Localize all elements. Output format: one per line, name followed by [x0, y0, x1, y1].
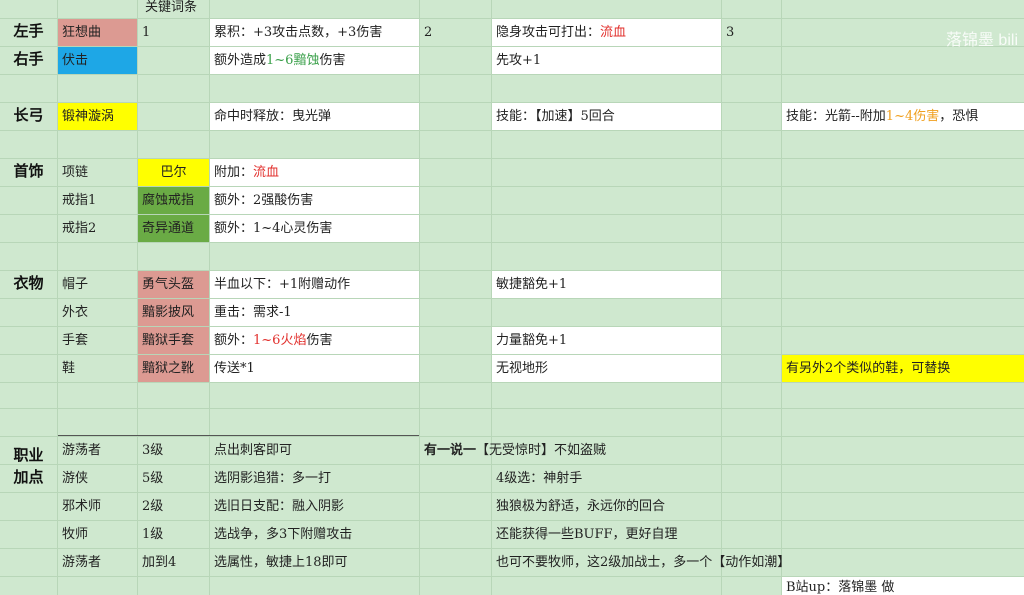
class-note[interactable]: 有一说一【无受惊时】不如盗贼: [420, 437, 800, 464]
class-choice[interactable]: 点出刺客即可: [210, 437, 419, 464]
spreadsheet: 关键词条 落锦墨 bili 左手 狂想曲 1 累积：+3攻击点数，+3伤害 2 …: [0, 0, 1024, 595]
gloves-slot[interactable]: 手套: [58, 327, 137, 354]
ring1-slot[interactable]: 戒指1: [58, 187, 137, 214]
class-choice[interactable]: 选阴影追猎：多一打: [210, 465, 419, 492]
effect-text: 技能：光箭--附加: [786, 109, 886, 124]
class-name[interactable]: 邪术师: [58, 493, 137, 520]
cloak-slot[interactable]: 外衣: [58, 299, 137, 326]
boots-slot[interactable]: 鞋: [58, 355, 137, 382]
left-hand-number-3[interactable]: 3: [722, 19, 781, 46]
effect-text: 额外：: [214, 333, 254, 348]
ring2-slot[interactable]: 戒指2: [58, 215, 137, 242]
boots-item[interactable]: 黯狱之靴: [138, 355, 209, 382]
bleed-keyword: 流血: [600, 25, 627, 40]
class-note-emphasis: 有一说一: [424, 443, 477, 458]
section-right-hand: 右手: [13, 50, 44, 68]
right-hand-item[interactable]: 伏击: [58, 47, 137, 74]
author-credit: B站up：落锦墨 做: [782, 577, 1024, 595]
class-note[interactable]: 还能获得一些BUFF，更好自理: [492, 521, 792, 548]
ring1-item[interactable]: 腐蚀戒指: [138, 187, 209, 214]
effect-text: 附加：: [214, 165, 254, 180]
effect-text: ，恐惧: [939, 109, 979, 124]
left-hand-item[interactable]: 狂想曲: [58, 19, 137, 46]
class-note-text: 【无受惊时】不如盗贼: [476, 443, 607, 458]
cloak-effect-1[interactable]: 重击：需求-1: [210, 299, 419, 326]
effect-text: 隐身攻击可打出：: [496, 25, 601, 40]
gloves-effect-1[interactable]: 额外：1~6火焰伤害: [210, 327, 419, 354]
ring2-effect[interactable]: 额外：1~4心灵伤害: [210, 215, 419, 242]
left-hand-effect-2[interactable]: 隐身攻击可打出：流血: [492, 19, 721, 46]
effect-text: 额外造成: [214, 53, 267, 68]
hat-effect-1[interactable]: 半血以下：+1附赠动作: [210, 271, 419, 298]
class-level[interactable]: 1级: [138, 521, 209, 548]
right-hand-effect-2[interactable]: 先攻+1: [492, 47, 721, 74]
gloves-item[interactable]: 黯狱手套: [138, 327, 209, 354]
ring1-effect[interactable]: 额外：2强酸伤害: [210, 187, 419, 214]
class-section-divider: [58, 435, 419, 436]
section-class-points: 职业加点: [13, 446, 44, 486]
hat-item[interactable]: 勇气头盔: [138, 271, 209, 298]
keywords-header: 关键词条: [145, 0, 198, 15]
hat-slot[interactable]: 帽子: [58, 271, 137, 298]
class-note[interactable]: 也可不要牧师，这2级加战士，多一个【动作如潮】: [492, 549, 912, 576]
class-name[interactable]: 牧师: [58, 521, 137, 548]
longbow-item[interactable]: 锻神漩涡: [58, 103, 137, 130]
class-level[interactable]: 2级: [138, 493, 209, 520]
longbow-effect-1[interactable]: 命中时释放：曳光弹: [210, 103, 419, 130]
fire-damage-keyword: 1~6火焰: [253, 333, 307, 348]
longbow-effect-3[interactable]: 技能：光箭--附加1~4伤害，恐惧: [782, 103, 1024, 130]
boots-effect-1[interactable]: 传送*1: [210, 355, 419, 382]
class-name[interactable]: 游荡者: [58, 549, 137, 576]
left-hand-number[interactable]: 1: [138, 19, 209, 46]
effect-text: 伤害: [319, 53, 346, 68]
left-hand-effect-1[interactable]: 累积：+3攻击点数，+3伤害: [210, 19, 419, 46]
boots-note[interactable]: 有另外2个类似的鞋，可替换: [782, 355, 1024, 382]
watermark-logo: 落锦墨 bili: [945, 32, 1018, 49]
cloak-item[interactable]: 黯影披风: [138, 299, 209, 326]
right-hand-effect-1[interactable]: 额外造成1~6黯蚀伤害: [210, 47, 419, 74]
necklace-item[interactable]: 巴尔: [138, 159, 209, 186]
class-name[interactable]: 游侠: [58, 465, 137, 492]
class-choice[interactable]: 选战争，多3下附赠攻击: [210, 521, 419, 548]
section-clothing: 衣物: [13, 274, 44, 292]
section-longbow: 长弓: [13, 106, 44, 124]
damage-keyword: 1~4伤害: [885, 109, 940, 124]
damage-keyword: 1~6黯蚀: [266, 53, 320, 68]
hat-effect-2[interactable]: 敏捷豁免+1: [492, 271, 721, 298]
class-note[interactable]: 4级选：神射手: [492, 465, 792, 492]
class-level[interactable]: 3级: [138, 437, 209, 464]
bleed-keyword: 流血: [253, 165, 280, 180]
section-jewelry: 首饰: [13, 162, 44, 180]
class-choice[interactable]: 选属性，敏捷上18即可: [210, 549, 419, 576]
longbow-effect-2[interactable]: 技能：【加速】5回合: [492, 103, 721, 130]
class-level[interactable]: 加到4: [138, 549, 209, 576]
section-left-hand: 左手: [13, 22, 44, 40]
class-choice[interactable]: 选旧日支配：融入阴影: [210, 493, 419, 520]
class-note[interactable]: 独狼极为舒适，永远你的回合: [492, 493, 792, 520]
necklace-slot[interactable]: 项链: [58, 159, 137, 186]
effect-text: 伤害: [306, 333, 333, 348]
gloves-effect-2[interactable]: 力量豁免+1: [492, 327, 721, 354]
class-level[interactable]: 5级: [138, 465, 209, 492]
class-name[interactable]: 游荡者: [58, 437, 137, 464]
left-hand-number-2[interactable]: 2: [420, 19, 491, 46]
necklace-effect[interactable]: 附加：流血: [210, 159, 419, 186]
ring2-item[interactable]: 奇异通道: [138, 215, 209, 242]
boots-effect-2[interactable]: 无视地形: [492, 355, 721, 382]
